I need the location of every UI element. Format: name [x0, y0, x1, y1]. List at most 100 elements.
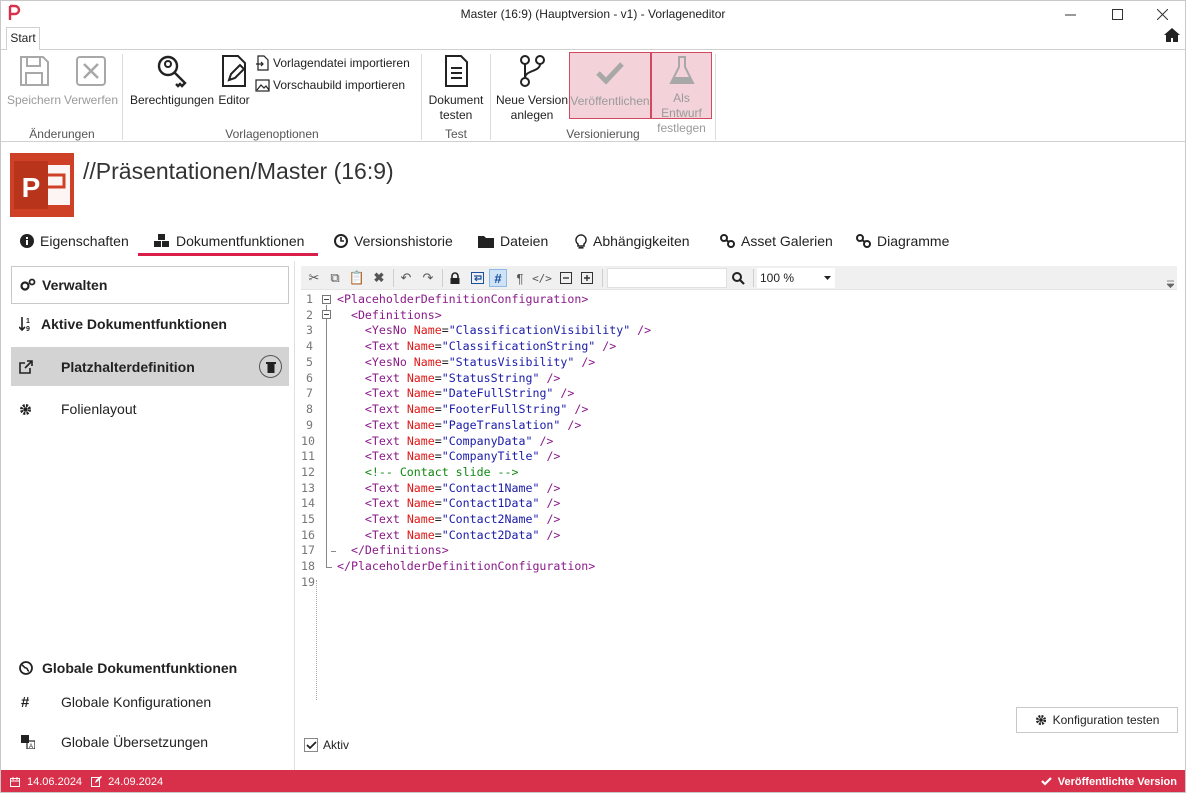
toolbar-separator: [753, 269, 754, 287]
tab-eigenschaften[interactable]: Eigenschaften: [17, 227, 132, 255]
branch-icon: [520, 55, 545, 87]
delete-button[interactable]: [259, 355, 282, 378]
paragraph-icon[interactable]: ¶: [511, 269, 529, 287]
status-bar: 14.06.2024 24.09.2024 Veröffentlichte Ve…: [1, 770, 1185, 792]
active-checkbox[interactable]: Aktiv: [304, 738, 349, 752]
close-button[interactable]: [1139, 1, 1185, 27]
tab-dokumentfunktionen[interactable]: Dokumentfunktionen: [151, 227, 307, 255]
line-number: 4: [306, 339, 313, 353]
list-item-label: Globale Konfigurationen: [61, 694, 212, 710]
import-template-button[interactable]: Vorlagendatei importieren: [255, 54, 415, 72]
maximize-button[interactable]: [1094, 1, 1140, 27]
list-item-globale-konfigurationen[interactable]: # Globale Konfigurationen: [11, 691, 289, 713]
gear-icon: [1035, 714, 1046, 726]
editor-toolbar: ✂ ⧉ 📋 ✖ ↶ ↷ # ¶ </> 100 %: [301, 266, 1177, 290]
window-title: Master (16:9) (Hauptversion - v1) - Vorl…: [460, 7, 726, 21]
list-item-folienlayout[interactable]: Folienlayout: [11, 398, 289, 420]
edit-icon: [91, 776, 103, 787]
manage-button[interactable]: Verwalten: [11, 266, 289, 304]
code-line: <Text Name="FooterFullString" />: [364, 402, 589, 416]
line-number: 3: [306, 323, 313, 337]
tab-label: Dokumentfunktionen: [176, 233, 305, 249]
toolbar-overflow-icon[interactable]: [1167, 280, 1174, 288]
line-numbers-toggle-icon[interactable]: #: [489, 269, 507, 287]
fold-guide: [326, 567, 332, 568]
permissions-label: Berechtigungen: [129, 93, 215, 107]
tab-label: Dateien: [500, 233, 549, 249]
home-icon[interactable]: [1163, 27, 1181, 43]
expand-all-icon[interactable]: [578, 269, 596, 287]
list-item-platzhalterdefinition[interactable]: Platzhalterdefinition: [11, 347, 289, 386]
code-line: <Definitions>: [350, 308, 442, 322]
editor-button[interactable]: Editor: [215, 52, 253, 124]
active-functions-label: Aktive Dokumentfunktionen: [41, 316, 227, 332]
tab-label: Diagramme: [877, 233, 950, 249]
powerpoint-file-icon: P: [10, 153, 74, 217]
lock-icon[interactable]: [446, 269, 464, 287]
code-editor[interactable]: 1 2 3 4 5 6 7 8 9 10 11 12 13 14 15 16 17 18 19 <Placehold…: [301, 292, 1177, 702]
tab-versionshistorie[interactable]: Versionshistorie: [331, 227, 456, 255]
permissions-button[interactable]: Berechtigungen: [128, 52, 216, 124]
fold-toggle[interactable]: [322, 295, 331, 304]
line-number: 6: [306, 371, 313, 385]
ribbon-tab-start[interactable]: Start: [6, 27, 40, 50]
flask-icon: [668, 56, 695, 84]
globe-icon: [19, 661, 33, 675]
tab-asset-galerien[interactable]: Asset Galerien: [717, 227, 836, 255]
set-draft-button[interactable]: Als Entwurf festlegen: [651, 52, 712, 135]
published-label: Veröffentlichte Version: [1057, 775, 1177, 788]
import-preview-label: Vorschaubild importieren: [273, 77, 406, 92]
test-document-label-2: testen: [439, 108, 473, 122]
tab-abhaengigkeiten[interactable]: Abhängigkeiten: [572, 227, 693, 255]
line-number: 8: [306, 402, 313, 416]
test-configuration-button[interactable]: Konfiguration testen: [1016, 707, 1178, 733]
group-separator: [715, 54, 716, 140]
search-input[interactable]: [607, 268, 727, 288]
word-wrap-icon[interactable]: [468, 269, 486, 287]
test-document-icon: [445, 55, 468, 87]
code-line: <Text Name="DateFullString" />: [364, 386, 575, 400]
created-date: 14.06.2024: [27, 775, 83, 788]
redo-icon[interactable]: ↷: [419, 269, 437, 287]
tab-dateien[interactable]: Dateien: [475, 227, 551, 255]
fold-toggle[interactable]: [322, 310, 331, 319]
discard-button[interactable]: Verwerfen: [63, 52, 119, 124]
collapse-all-icon[interactable]: [557, 269, 575, 287]
group-label-versioning: Versionierung: [566, 127, 640, 141]
save-label: Speichern: [6, 93, 62, 107]
group-separator: [490, 54, 491, 140]
line-number: 5: [306, 355, 313, 369]
line-number: 13: [301, 481, 315, 495]
tab-label: Asset Galerien: [741, 233, 833, 249]
paste-icon[interactable]: 📋: [348, 269, 366, 287]
gutter-separator: [316, 580, 317, 700]
line-number: 1: [306, 292, 313, 306]
minimize-button[interactable]: [1047, 1, 1093, 27]
save-button[interactable]: Speichern: [5, 52, 63, 124]
search-icon[interactable]: [729, 269, 747, 287]
zoom-select[interactable]: 100 %: [757, 268, 835, 288]
tab-diagramme[interactable]: Diagramme: [853, 227, 952, 255]
svg-text:1: 1: [26, 318, 30, 325]
line-number: 15: [301, 512, 315, 526]
list-item-globale-uebersetzungen[interactable]: A Globale Übersetzungen: [11, 731, 289, 753]
manage-label: Verwalten: [42, 277, 108, 293]
delete-icon[interactable]: ✖: [370, 269, 388, 287]
minimize-icon: [1064, 14, 1076, 15]
copy-icon[interactable]: ⧉: [326, 269, 344, 287]
editor-label: Editor: [218, 93, 250, 107]
new-version-button[interactable]: Neue Version anlegen: [495, 52, 569, 124]
hash-icon: #: [21, 693, 30, 711]
list-item-label: Globale Übersetzungen: [61, 734, 209, 750]
line-number: 16: [301, 528, 315, 542]
test-configuration-label: Konfiguration testen: [1052, 713, 1160, 727]
publish-button[interactable]: Veröffentlichen: [569, 52, 651, 119]
undo-icon[interactable]: ↶: [397, 269, 415, 287]
cut-icon[interactable]: ✂: [305, 269, 323, 287]
discard-icon: [76, 56, 106, 86]
checkbox-box[interactable]: [304, 738, 318, 752]
sort-numeric-icon: 19: [19, 317, 30, 332]
test-document-button[interactable]: Dokument testen: [425, 52, 487, 124]
import-preview-button[interactable]: Vorschaubild importieren: [255, 76, 415, 94]
code-icon[interactable]: </>: [532, 269, 552, 287]
